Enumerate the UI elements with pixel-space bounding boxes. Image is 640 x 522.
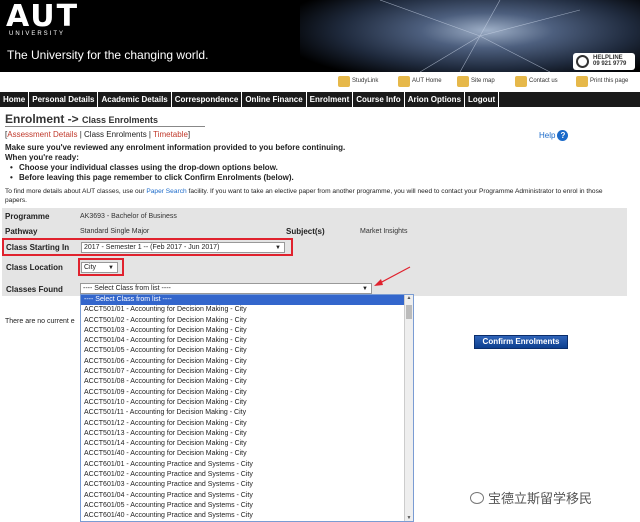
aut-home-link[interactable]: AUT Home	[398, 74, 442, 88]
home-icon	[398, 75, 410, 87]
nav-correspondence[interactable]: Correspondence	[172, 92, 243, 107]
chevron-down-icon: ▼	[362, 286, 368, 292]
contact-icon	[515, 75, 527, 87]
help-link[interactable]: Help?	[539, 130, 569, 141]
scroll-down-icon[interactable]: ▼	[405, 515, 413, 521]
tab-class-enrolments: Class Enrolments	[84, 130, 147, 139]
tab-timetable[interactable]: Timetable	[153, 130, 188, 139]
pathway-label: Pathway	[5, 227, 38, 236]
studylink-link[interactable]: StudyLink	[338, 74, 378, 88]
subtabs: [Assessment Details | Class Enrolments |…	[5, 130, 191, 139]
dropdown-scrollbar[interactable]: ▲ ▼	[404, 295, 413, 521]
confirm-enrolments-button[interactable]: Confirm Enrolments	[474, 335, 568, 349]
aut-logo[interactable]: AUT	[6, 2, 79, 32]
print-icon	[576, 75, 588, 87]
watermark: 宝德立斯留学移民	[470, 488, 592, 507]
subjects-label: Subject(s)	[286, 227, 325, 236]
class-location-select[interactable]: City ▼	[81, 262, 118, 273]
tab-assessment-details[interactable]: Assessment Details	[7, 130, 77, 139]
notice-bullet: Choose your individual classes using the…	[10, 163, 345, 173]
main-nav: Home Personal Details Academic Details C…	[0, 92, 640, 107]
page-title: Enrolment -> Class Enrolments	[5, 112, 159, 126]
tagline: The University for the changing world.	[7, 48, 209, 62]
site-map-link[interactable]: Site map	[457, 74, 495, 88]
site-header: AUT UNIVERSITY The University for the ch…	[0, 0, 640, 72]
dropdown-option[interactable]: ACCT501/11 - Accounting for Decision Mak…	[81, 408, 413, 418]
page-subtitle: Class Enrolments	[82, 115, 159, 125]
aut-logo-subtitle: UNIVERSITY	[9, 31, 66, 37]
nav-arion-options[interactable]: Arion Options	[405, 92, 466, 107]
class-starting-select[interactable]: 2017 - Semester 1 -- (Feb 2017 - Jun 201…	[81, 242, 285, 253]
nav-home[interactable]: Home	[0, 92, 30, 107]
dropdown-option[interactable]: ACCT501/40 - Accounting for Decision Mak…	[81, 449, 413, 459]
chevron-down-icon: ▼	[108, 265, 114, 271]
dropdown-option[interactable]: ACCT601/40 - Accounting Practice and Sys…	[81, 511, 413, 521]
helpline-badge[interactable]: HELPLINE 09 921 9779	[573, 53, 635, 70]
wechat-icon	[470, 491, 484, 504]
classes-found-select[interactable]: ---- Select Class from list ---- ▼	[80, 283, 372, 294]
dropdown-option[interactable]: ACCT501/12 - Accounting for Decision Mak…	[81, 419, 413, 429]
classes-found-label: Classes Found	[6, 285, 63, 294]
pathway-value: Standard Single Major	[80, 228, 150, 235]
helpline-number: 09 921 9779	[593, 61, 627, 67]
nav-course-info[interactable]: Course Info	[353, 92, 405, 107]
dropdown-option[interactable]: ACCT601/02 - Accounting Practice and Sys…	[81, 470, 413, 480]
scrollbar-thumb[interactable]	[406, 305, 412, 319]
scroll-up-icon[interactable]: ▲	[405, 295, 413, 303]
dropdown-option[interactable]: ACCT501/10 - Accounting for Decision Mak…	[81, 398, 413, 408]
print-page-link[interactable]: Print this page	[576, 74, 628, 88]
dropdown-option[interactable]: ACCT601/04 - Accounting Practice and Sys…	[81, 491, 413, 501]
classes-dropdown-list: ---- Select Class from list ---- ACCT501…	[80, 294, 414, 522]
phone-icon	[576, 55, 589, 68]
dropdown-option[interactable]: ACCT501/14 - Accounting for Decision Mak…	[81, 439, 413, 449]
dropdown-option[interactable]: ACCT601/03 - Accounting Practice and Sys…	[81, 480, 413, 490]
contact-us-link[interactable]: Contact us	[515, 74, 558, 88]
paper-search-link[interactable]: Paper Search	[146, 188, 186, 195]
dropdown-option[interactable]: ACCT501/06 - Accounting for Decision Mak…	[81, 357, 413, 367]
no-current-enrolments-text: There are no current e	[5, 318, 75, 325]
studylink-icon	[338, 75, 350, 87]
dropdown-option[interactable]: ACCT601/05 - Accounting Practice and Sys…	[81, 501, 413, 511]
programme-value: AK3693 - Bachelor of Business	[80, 213, 177, 220]
nav-academic-details[interactable]: Academic Details	[98, 92, 172, 107]
sitemap-icon	[457, 75, 469, 87]
chevron-down-icon: ▼	[275, 245, 281, 251]
dropdown-option[interactable]: ACCT501/07 - Accounting for Decision Mak…	[81, 367, 413, 377]
nav-enrolment[interactable]: Enrolment	[307, 92, 354, 107]
nav-logout[interactable]: Logout	[465, 92, 500, 107]
dropdown-option[interactable]: ACCT501/09 - Accounting for Decision Mak…	[81, 388, 413, 398]
dropdown-option[interactable]: ACCT501/01 - Accounting for Decision Mak…	[81, 305, 413, 315]
class-starting-label: Class Starting In	[6, 243, 70, 252]
dropdown-option[interactable]: ACCT501/08 - Accounting for Decision Mak…	[81, 377, 413, 387]
dropdown-option[interactable]: ACCT501/04 - Accounting for Decision Mak…	[81, 336, 413, 346]
red-arrow-annotation	[374, 266, 411, 286]
nav-personal-details[interactable]: Personal Details	[29, 92, 99, 107]
title-divider	[5, 126, 205, 127]
header-light-rays	[380, 0, 580, 72]
page: { "header": { "logo": "AUT", "logo_sub":…	[0, 0, 640, 522]
dropdown-option[interactable]: ACCT501/02 - Accounting for Decision Mak…	[81, 316, 413, 326]
dropdown-option[interactable]: ACCT501/13 - Accounting for Decision Mak…	[81, 429, 413, 439]
class-location-label: Class Location	[6, 263, 63, 272]
help-icon: ?	[557, 130, 569, 141]
nav-online-finance[interactable]: Online Finance	[242, 92, 307, 107]
subjects-value: Market Insights	[360, 228, 408, 235]
notice-bullet: Before leaving this page remember to cli…	[10, 173, 345, 183]
info-text: To find more details about AUT classes, …	[5, 188, 603, 204]
dropdown-option[interactable]: ---- Select Class from list ----	[81, 295, 413, 306]
dropdown-option[interactable]: ACCT601/01 - Accounting Practice and Sys…	[81, 460, 413, 470]
dropdown-option[interactable]: ACCT501/05 - Accounting for Decision Mak…	[81, 346, 413, 356]
dropdown-option[interactable]: ACCT501/03 - Accounting for Decision Mak…	[81, 326, 413, 336]
enrolment-notice: Make sure you've reviewed any enrolment …	[5, 143, 345, 183]
programme-label: Programme	[5, 212, 50, 221]
